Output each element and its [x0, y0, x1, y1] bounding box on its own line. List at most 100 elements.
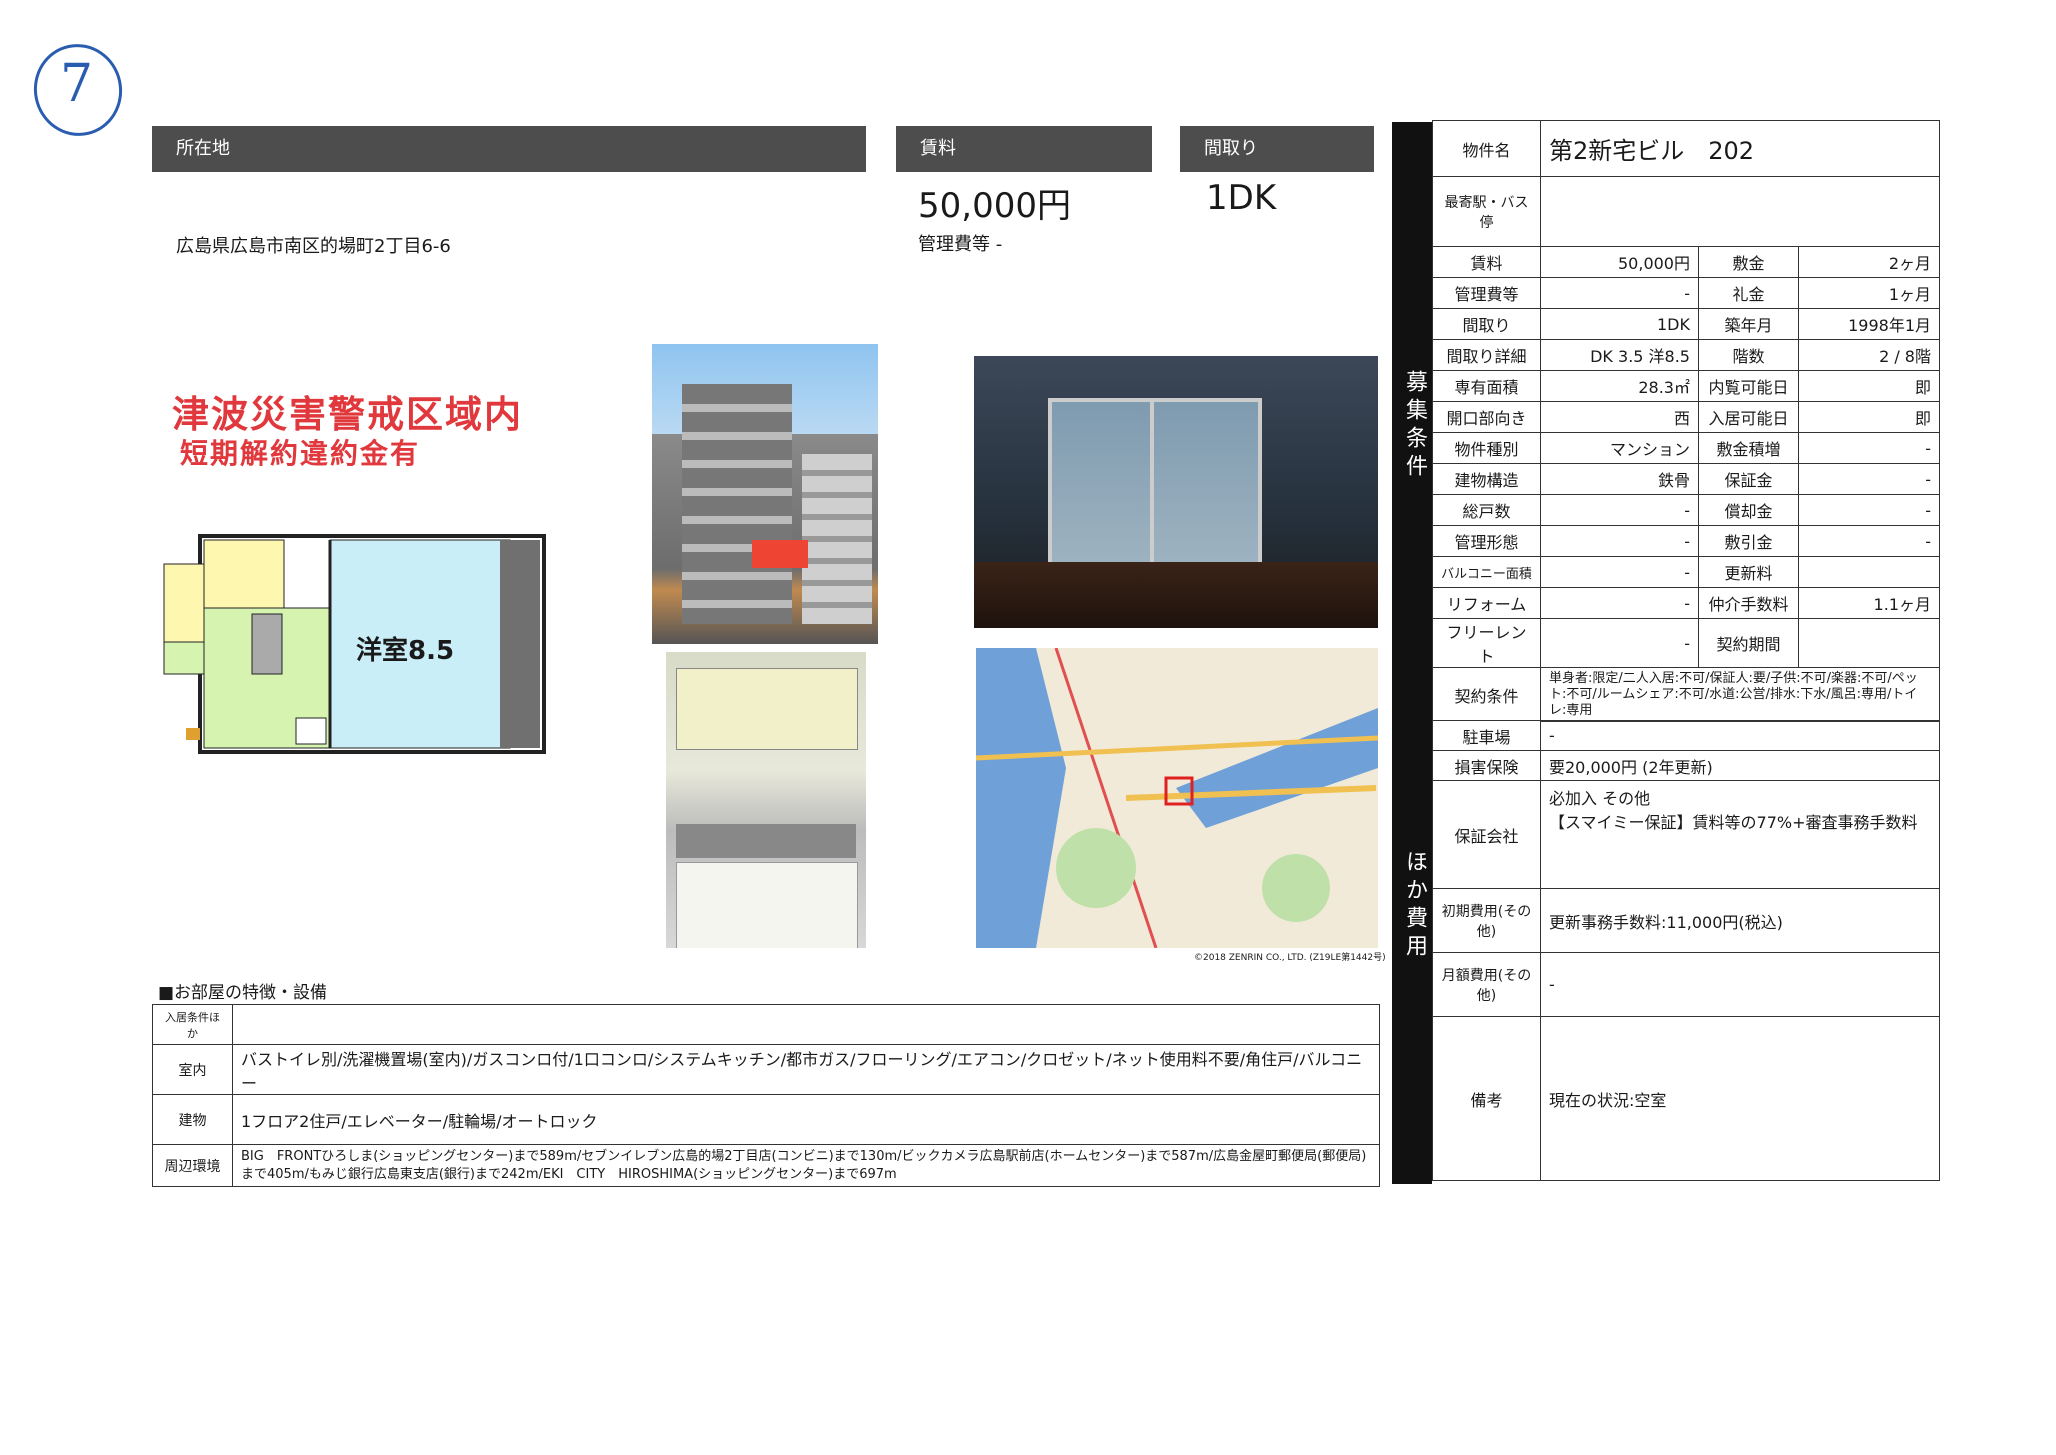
property-name: 第2新宅ビル 202 [1540, 120, 1940, 177]
info-row: 間取り詳細 DK 3.5 洋8.5 階数 2 / 8階 [1432, 339, 1940, 371]
monthly-cost-value: - [1540, 952, 1940, 1017]
info-value: 1DK [1540, 308, 1699, 340]
info-label: 建物構造 [1432, 463, 1541, 495]
info-row: 管理形態 - 敷引金 - [1432, 525, 1940, 557]
feature-key: 建物 [152, 1094, 233, 1145]
info-label: 賃料 [1432, 246, 1541, 278]
info-row: バルコニー面積 - 更新料 [1432, 556, 1940, 588]
info-label-2: 敷金 [1698, 246, 1799, 278]
property-info-table: 物件名 第2新宅ビル 202 最寄駅・バス停 賃料 50,000円 敷金 2ヶ月 管理費… [1432, 120, 1940, 722]
info-label: 専有面積 [1432, 370, 1541, 402]
costs-table: 駐車場 - 損害保険 要20,000円 (2年更新) 保証会社 必加入 その他 … [1432, 720, 1940, 1181]
room-label: 洋室8.5 [356, 636, 455, 666]
info-value-2 [1798, 556, 1940, 588]
info-value-2: - [1798, 525, 1940, 557]
layout-value: 1DK [1206, 178, 1277, 218]
address-header: 所在地 [152, 126, 866, 172]
info-value: 28.3㎡ [1540, 370, 1699, 402]
info-row: 物件種別 マンション 敷金積増 - [1432, 432, 1940, 464]
info-value-2: 1ヶ月 [1798, 277, 1940, 309]
info-value-2: 即 [1798, 401, 1940, 433]
info-label-2: 入居可能日 [1698, 401, 1799, 433]
info-label-2: 仲介手数料 [1698, 587, 1799, 619]
feature-row: 入居条件ほか [152, 1004, 1380, 1045]
info-value: - [1540, 525, 1699, 557]
station-label: 最寄駅・バス停 [1432, 176, 1541, 247]
info-value: - [1540, 587, 1699, 619]
contract-value: 単身者:限定/二人入居:不可/保証人:要/子供:不可/楽器:不可/ペット:不可/… [1540, 667, 1940, 722]
kitchen-photo [666, 652, 866, 948]
info-value: - [1540, 494, 1699, 526]
info-row: 賃料 50,000円 敷金 2ヶ月 [1432, 246, 1940, 278]
info-label-2: 保証金 [1698, 463, 1799, 495]
info-value-2 [1798, 618, 1940, 668]
info-label: リフォーム [1432, 587, 1541, 619]
feature-value: 1フロア2住戸/エレベーター/駐輪場/オートロック [232, 1094, 1380, 1145]
info-row: 間取り 1DK 築年月 1998年1月 [1432, 308, 1940, 340]
address-value: 広島県広島市南区的場町2丁目6-6 [176, 236, 451, 257]
cancellation-penalty-note: 短期解約違約金有 [180, 437, 421, 470]
info-value-2: 即 [1798, 370, 1940, 402]
feature-key: 入居条件ほか [152, 1004, 233, 1045]
rent-value: 50,000円 [918, 186, 1071, 226]
info-label: 間取り [1432, 308, 1541, 340]
info-value: 西 [1540, 401, 1699, 433]
info-label: 間取り詳細 [1432, 339, 1541, 371]
info-value: マンション [1540, 432, 1699, 464]
features-title: ■お部屋の特徴・設備 [158, 983, 328, 1003]
info-value-2: - [1798, 432, 1940, 464]
info-label-2: 築年月 [1698, 308, 1799, 340]
feature-value: バストイレ別/洗濯機置場(室内)/ガスコンロ付/1口コンロ/システムキッチン/都… [232, 1044, 1380, 1095]
info-row: リフォーム - 仲介手数料 1.1ヶ月 [1432, 587, 1940, 619]
info-value: - [1540, 277, 1699, 309]
rent-header: 賃料 [896, 126, 1152, 172]
layout-header: 間取り [1180, 126, 1374, 172]
remarks-label: 備考 [1432, 1016, 1541, 1181]
name-label: 物件名 [1432, 120, 1541, 177]
info-label: 管理形態 [1432, 525, 1541, 557]
info-label: バルコニー面積 [1432, 556, 1541, 588]
info-value-2: 1998年1月 [1798, 308, 1940, 340]
features-table: 入居条件ほか 室内 バストイレ別/洗濯機置場(室内)/ガスコンロ付/1口コンロ/シス… [152, 1004, 1380, 1187]
building-exterior-photo [652, 344, 878, 644]
feature-value: BIG FRONTひろしま(ショッピングセンター)まで589m/セブンイレブン広… [232, 1144, 1380, 1187]
contract-label: 契約条件 [1432, 667, 1541, 722]
info-label-2: 敷金積増 [1698, 432, 1799, 464]
info-value-2: 1.1ヶ月 [1798, 587, 1940, 619]
info-row: 建物構造 鉄骨 保証金 - [1432, 463, 1940, 495]
parking-value: - [1540, 720, 1940, 751]
info-value-2: - [1798, 494, 1940, 526]
info-value-2: 2ヶ月 [1798, 246, 1940, 278]
side-panel [1392, 122, 1432, 1184]
feature-value [232, 1004, 1380, 1045]
info-value: - [1540, 618, 1699, 668]
guarantor-label: 保証会社 [1432, 780, 1541, 889]
info-value: - [1540, 556, 1699, 588]
info-label-2: 更新料 [1698, 556, 1799, 588]
info-label-2: 敷引金 [1698, 525, 1799, 557]
other-costs-label: ほか費用 [1402, 850, 1427, 962]
guarantor-line2: 【スマイミー保証】賃料等の77%+審査事務手数料 [1549, 813, 1918, 832]
room-interior-photo [974, 356, 1378, 628]
info-label-2: 礼金 [1698, 277, 1799, 309]
info-value: 50,000円 [1540, 246, 1699, 278]
initial-cost-value: 更新事務手数料:11,000円(税込) [1540, 888, 1940, 953]
info-value: 鉄骨 [1540, 463, 1699, 495]
floor-plan: 洋室8.5 [160, 534, 546, 756]
info-label-2: 契約期間 [1698, 618, 1799, 668]
tsunami-warning: 津波災害警戒区域内 [172, 393, 523, 436]
monthly-cost-label: 月額費用(その他) [1432, 952, 1541, 1017]
info-label: フリーレント [1432, 618, 1541, 668]
insurance-value: 要20,000円 (2年更新) [1540, 750, 1940, 781]
info-label-2: 償却金 [1698, 494, 1799, 526]
feature-key: 周辺環境 [152, 1144, 233, 1187]
feature-row: 周辺環境 BIG FRONTひろしま(ショッピングセンター)まで589m/セブンイ… [152, 1144, 1380, 1187]
guarantor-line1: 必加入 その他 [1549, 789, 1651, 808]
info-value: DK 3.5 洋8.5 [1540, 339, 1699, 371]
station-value [1540, 176, 1940, 247]
feature-row: 室内 バストイレ別/洗濯機置場(室内)/ガスコンロ付/1口コンロ/システムキッチン… [152, 1044, 1380, 1095]
info-row: 専有面積 28.3㎡ 内覧可能日即 [1432, 370, 1940, 402]
info-label: 総戸数 [1432, 494, 1541, 526]
info-value-2: 2 / 8階 [1798, 339, 1940, 371]
info-value-2: - [1798, 463, 1940, 495]
